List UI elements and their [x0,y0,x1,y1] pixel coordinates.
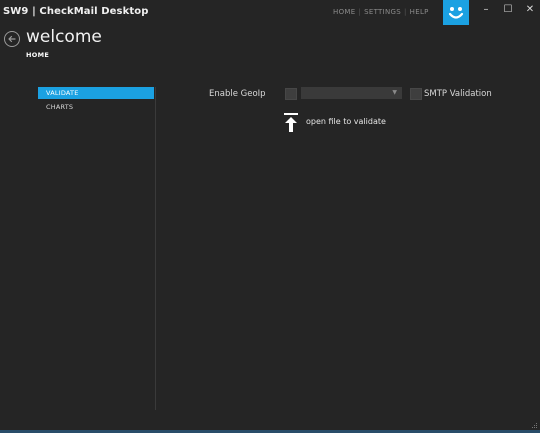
back-button[interactable] [4,31,20,47]
nav-home[interactable]: HOME [333,8,355,16]
nav-separator: | [403,8,407,16]
breadcrumb: HOME [26,51,50,59]
sidebar: VALIDATE CHARTS [38,87,154,115]
minimize-button[interactable]: – [479,3,493,17]
nav-help[interactable]: HELP [410,8,429,16]
close-button[interactable]: ✕ [523,3,537,17]
upload-arrow-icon[interactable] [284,113,298,132]
content-divider [155,87,156,410]
nav-separator: | [358,8,362,16]
page-title: welcome [26,27,102,47]
top-nav: HOME | SETTINGS | HELP [333,8,429,16]
sidebar-item-validate[interactable]: VALIDATE [38,87,154,99]
open-file-link[interactable]: open file to validate [306,117,386,126]
smiley-face-icon [443,0,469,25]
enable-geoip-checkbox[interactable] [285,88,297,100]
arrow-left-circle-icon [8,35,16,43]
title-bar: SW9 | CheckMail Desktop HOME | SETTINGS | HE… [0,0,540,26]
sidebar-item-charts[interactable]: CHARTS [38,101,154,113]
enable-geoip-label: Enable GeoIp [209,89,266,99]
smtp-validation-checkbox[interactable] [410,88,422,100]
chevron-down-icon: ▼ [392,89,397,96]
smtp-validation-label: SMTP Validation [424,89,492,99]
nav-settings[interactable]: SETTINGS [364,8,401,16]
app-title: SW9 | CheckMail Desktop [3,6,149,17]
geoip-dropdown[interactable]: ▼ [301,87,402,99]
maximize-button[interactable]: ☐ [501,3,515,17]
resize-grip-icon[interactable] [531,422,538,429]
